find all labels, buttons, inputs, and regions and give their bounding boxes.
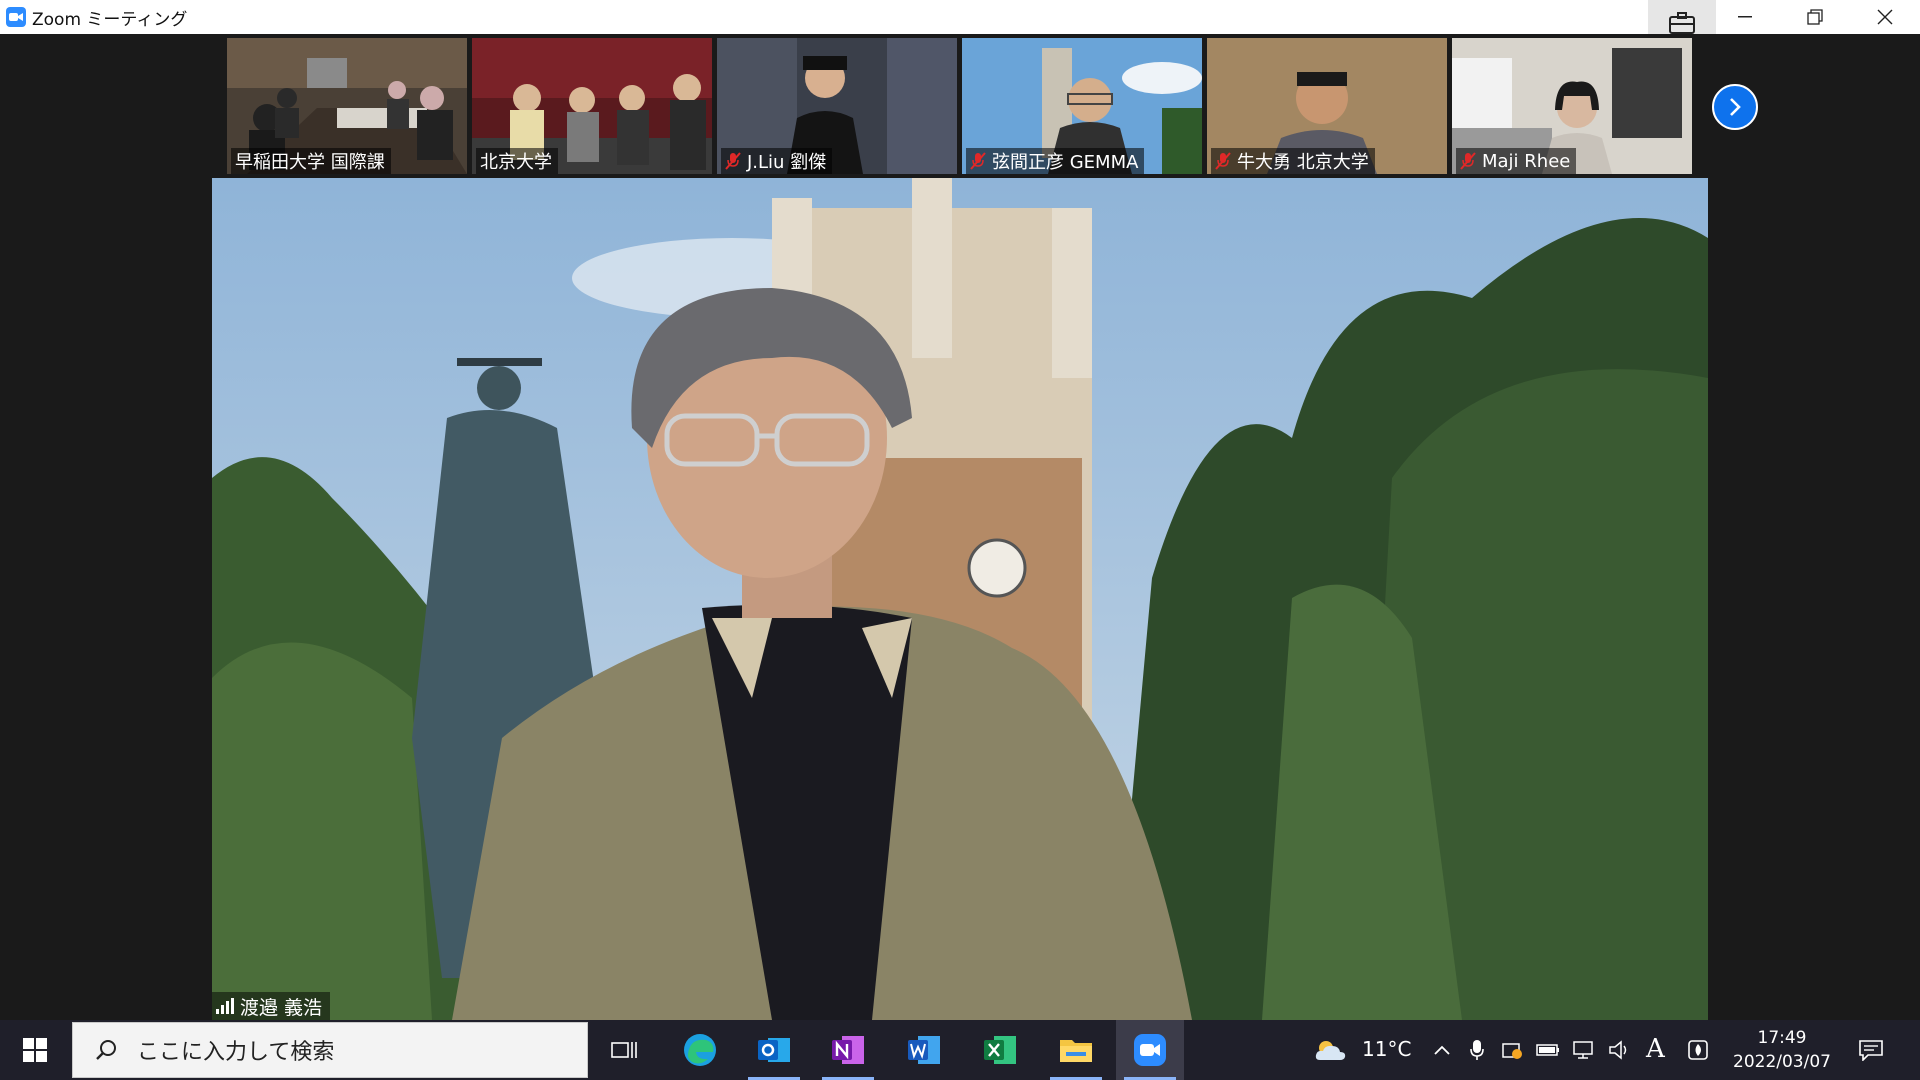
participant-name-label: 牛大勇 北京大学 [1211, 148, 1375, 174]
word-icon [908, 1036, 940, 1064]
speaker-video-frame [212, 178, 1708, 1020]
zoom-app-icon [6, 7, 26, 27]
taskbar-edge[interactable] [666, 1020, 734, 1080]
close-button[interactable] [1850, 0, 1920, 34]
active-speaker-video[interactable]: 渡邉 義浩 [212, 178, 1708, 1020]
participant-name: 牛大勇 北京大学 [1237, 152, 1369, 173]
outlook-icon [758, 1038, 790, 1062]
participant-tile[interactable]: 牛大勇 北京大学 [1207, 38, 1447, 174]
participant-name: J.Liu 劉傑 [747, 152, 827, 173]
taskbar-zoom[interactable] [1116, 1020, 1184, 1080]
participant-name: Maji Rhee [1482, 150, 1571, 172]
title-bar: Zoom ミーティング [0, 0, 1920, 46]
participant-tile[interactable]: 早稲田大学 国際課 [227, 38, 467, 174]
zoom-icon [1134, 1034, 1166, 1066]
speaker-name: 渡邉 義浩 [240, 996, 323, 1019]
participant-tile[interactable]: Maji Rhee [1452, 38, 1692, 174]
participant-name-label: Maji Rhee [1456, 148, 1577, 174]
participant-name-label: 弦間正彦 GEMMA [966, 148, 1145, 174]
search-placeholder: ここに入力して検索 [137, 1040, 335, 1065]
speaker-name-label: 渡邉 義浩 [212, 992, 331, 1020]
mic-muted-icon [1215, 152, 1231, 170]
taskbar-file-explorer[interactable] [1042, 1020, 1110, 1080]
task-view-button[interactable] [590, 1020, 658, 1080]
network-icon[interactable] [1572, 1038, 1596, 1062]
participant-tile[interactable]: 北京大学 [472, 38, 712, 174]
notifications-icon[interactable] [1856, 1038, 1886, 1062]
onenote-icon [832, 1036, 864, 1064]
meeting-area: 早稲田大学 国際課 北京大学 J.Liu 劉傑 弦間正彦 GEMMA 牛大勇 北… [0, 34, 1920, 1020]
participant-tile[interactable]: 弦間正彦 GEMMA [962, 38, 1202, 174]
speaker-volume-icon[interactable] [1608, 1038, 1632, 1062]
participant-name-label: 早稲田大学 国際課 [231, 148, 391, 174]
mic-muted-icon [970, 152, 986, 170]
chevron-up-icon[interactable] [1430, 1038, 1454, 1062]
weather-cloud-icon[interactable] [1314, 1038, 1348, 1062]
excel-icon [984, 1036, 1016, 1064]
edge-icon [684, 1034, 716, 1066]
clock-time: 17:49 [1757, 1028, 1807, 1048]
taskbar-search-box[interactable]: ここに入力して検索 [72, 1022, 588, 1078]
restore-button[interactable] [1780, 0, 1850, 34]
participant-tile[interactable]: J.Liu 劉傑 [717, 38, 957, 174]
weather-temperature[interactable]: 11°C [1362, 1037, 1411, 1061]
window-title: Zoom ミーティング [32, 9, 188, 30]
participant-name: 早稲田大学 国際課 [235, 152, 385, 173]
mic-muted-icon [725, 152, 741, 170]
folder-icon [1060, 1040, 1092, 1062]
windows-logo-icon [23, 1038, 47, 1062]
chevron-right-icon [1730, 98, 1741, 116]
next-page-button[interactable] [1712, 84, 1758, 130]
taskbar-onenote[interactable] [814, 1020, 882, 1080]
participant-name: 弦間正彦 GEMMA [992, 152, 1139, 173]
start-button[interactable] [0, 1020, 70, 1080]
signal-strength-icon [216, 998, 234, 1014]
search-icon [95, 1039, 117, 1061]
security-icon[interactable] [1500, 1038, 1524, 1062]
battery-icon[interactable] [1536, 1038, 1560, 1062]
participant-name-label: J.Liu 劉傑 [721, 148, 833, 174]
participant-name: 北京大学 [480, 152, 552, 173]
microphone-icon[interactable] [1465, 1038, 1489, 1062]
taskbar-excel[interactable] [966, 1020, 1034, 1080]
taskbar-word[interactable] [890, 1020, 958, 1080]
night-light-icon[interactable] [1686, 1038, 1710, 1062]
task-view-icon [611, 1042, 637, 1058]
taskbar-outlook[interactable] [740, 1020, 808, 1080]
taskbar-clock[interactable]: 17:49 2022/03/07 [1732, 1026, 1832, 1074]
ime-indicator[interactable]: A [1646, 1034, 1665, 1064]
minimize-button[interactable] [1710, 0, 1780, 34]
taskbar: ここに入力して検索 11°C A 17:49 2022/03/07 [0, 1020, 1920, 1080]
mic-muted-icon [1460, 152, 1476, 170]
clock-date: 2022/03/07 [1733, 1052, 1831, 1072]
participant-name-label: 北京大学 [476, 148, 558, 174]
